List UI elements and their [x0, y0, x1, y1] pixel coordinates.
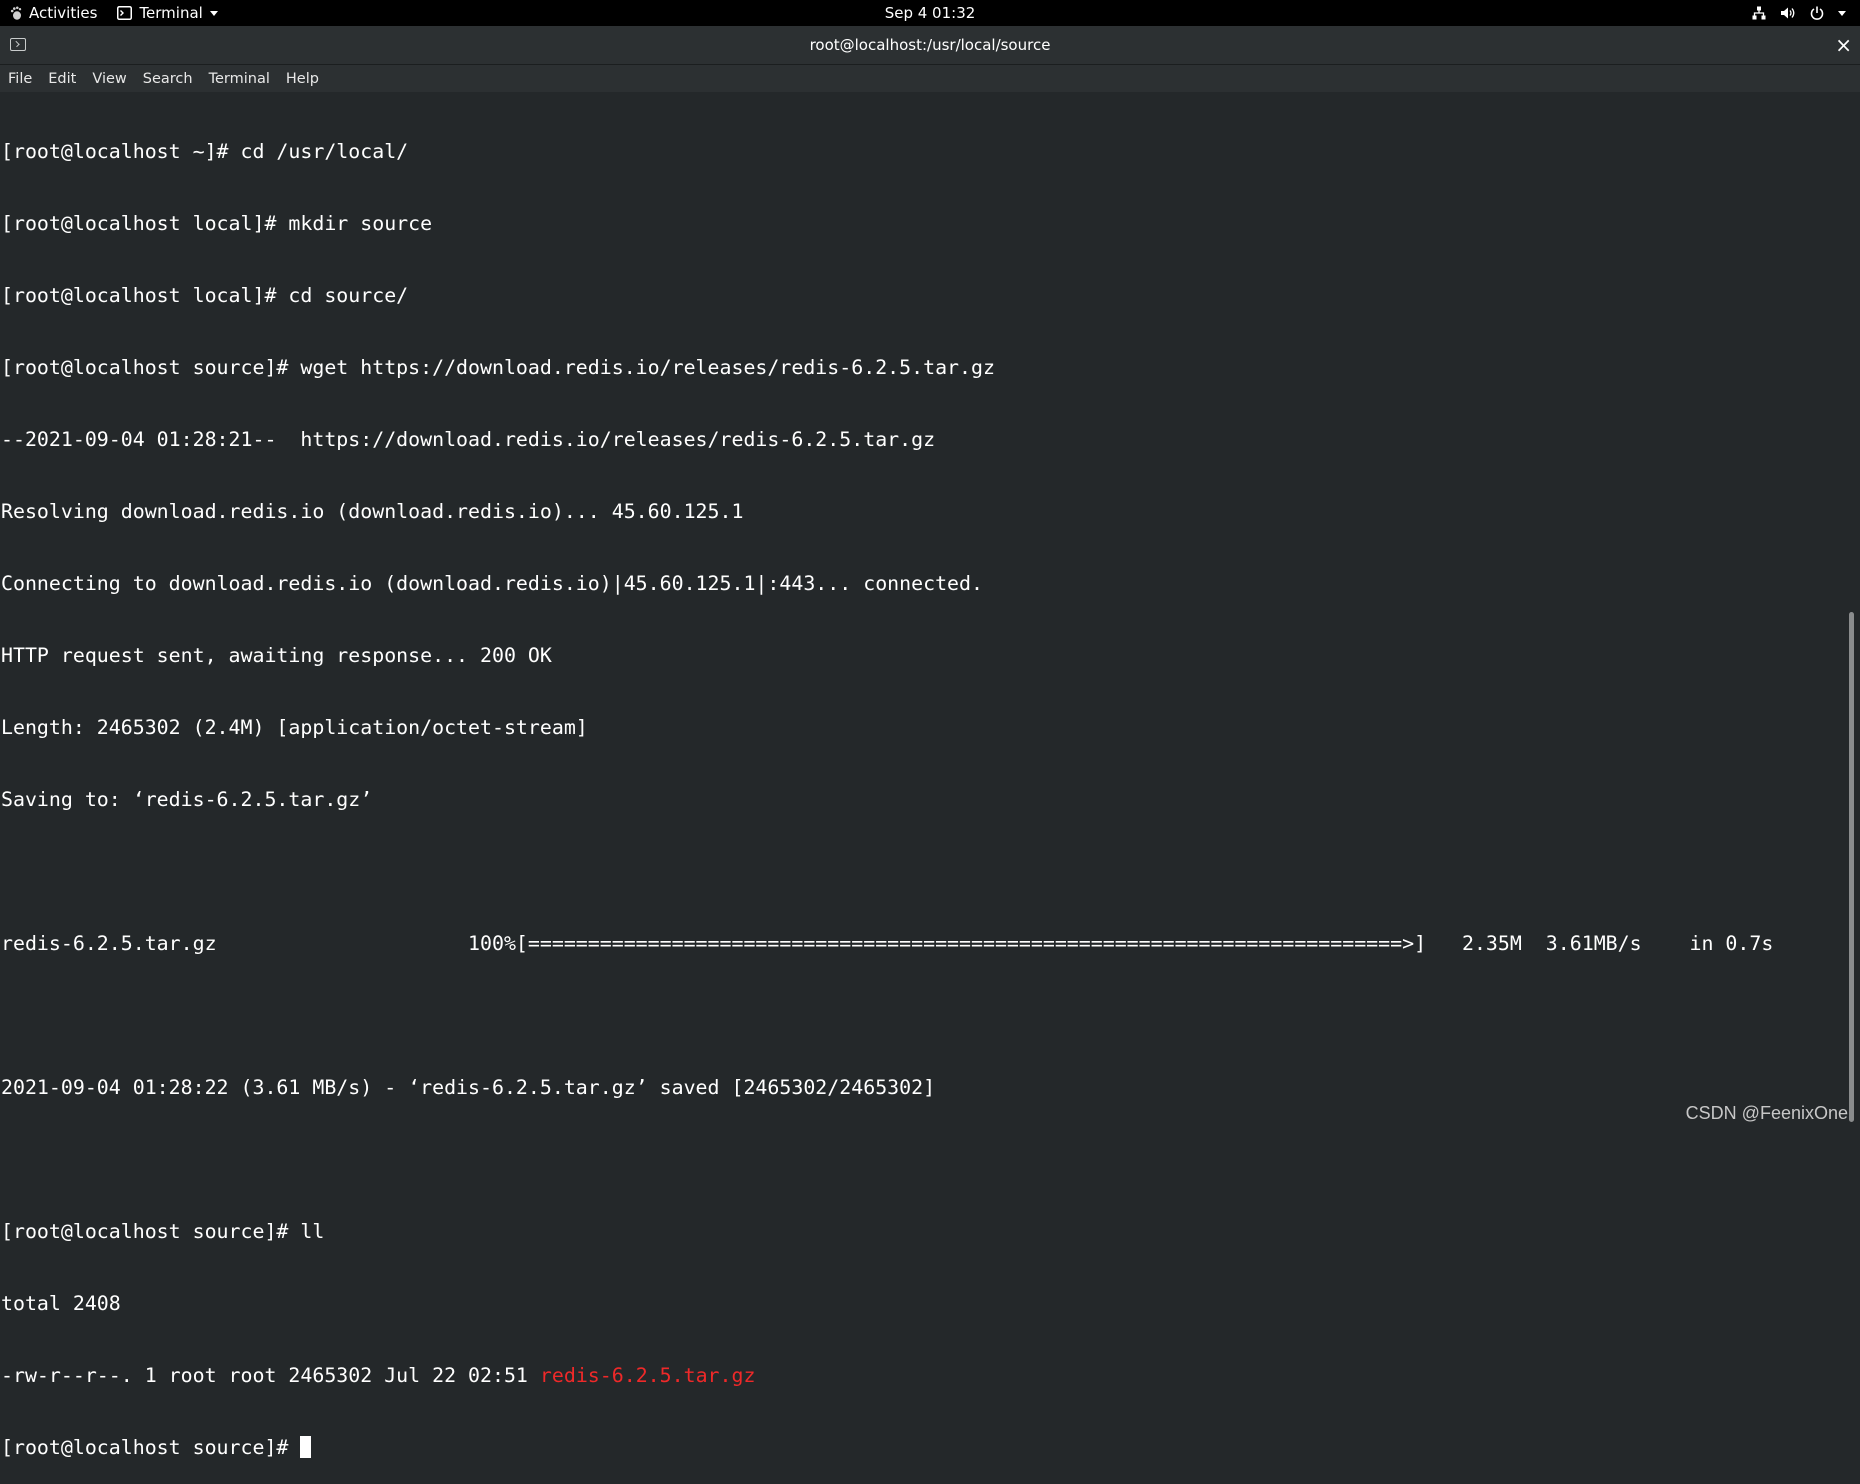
terminal-line: --2021-09-04 01:28:21-- https://download… [1, 428, 1842, 452]
menu-edit[interactable]: Edit [48, 71, 76, 87]
window-title-bar[interactable]: root@localhost:/usr/local/source × [0, 26, 1860, 65]
menu-file[interactable]: File [8, 71, 32, 87]
terminal-line: total 2408 [1, 1292, 1842, 1316]
ls-entry-filename: redis-6.2.5.tar.gz [540, 1364, 756, 1387]
network-icon [1752, 6, 1766, 20]
menu-bar: File Edit View Search Terminal Help [0, 65, 1860, 92]
terminal-line: [root@localhost source]# ll [1, 1220, 1842, 1244]
terminal-line: [root@localhost ~]# cd /usr/local/ [1, 140, 1842, 164]
ls-entry-details: -rw-r--r--. 1 root root 2465302 Jul 22 0… [1, 1364, 540, 1387]
power-icon [1810, 6, 1824, 20]
chevron-down-icon [1838, 11, 1846, 16]
terminal-line: Saving to: ‘redis-6.2.5.tar.gz’ [1, 788, 1842, 812]
shell-prompt: [root@localhost source]# [1, 1436, 300, 1459]
volume-icon [1780, 6, 1796, 20]
watermark: CSDN @FeenixOne [1686, 1103, 1848, 1124]
terminal-output[interactable]: [root@localhost ~]# cd /usr/local/ [root… [0, 92, 1842, 1132]
gnome-top-bar: Activities Terminal Sep 4 01:32 [0, 0, 1860, 26]
terminal-line: [root@localhost local]# mkdir source [1, 212, 1842, 236]
prompt-line[interactable]: [root@localhost source]# [1, 1436, 1842, 1460]
terminal-line: 2021-09-04 01:28:22 (3.61 MB/s) - ‘redis… [1, 1076, 1842, 1100]
menu-help[interactable]: Help [286, 71, 319, 87]
close-button[interactable]: × [1835, 26, 1852, 64]
terminal-line: Resolving download.redis.io (download.re… [1, 500, 1842, 524]
terminal-line [1, 1148, 1842, 1172]
terminal-line: Connecting to download.redis.io (downloa… [1, 572, 1842, 596]
ls-entry-line: -rw-r--r--. 1 root root 2465302 Jul 22 0… [1, 1364, 1842, 1388]
terminal-line: [root@localhost local]# cd source/ [1, 284, 1842, 308]
wget-progress-line: redis-6.2.5.tar.gz 100%[================… [1, 932, 1842, 956]
menu-terminal[interactable]: Terminal [209, 71, 270, 87]
terminal-line: [root@localhost source]# wget https://do… [1, 356, 1842, 380]
terminal-line: Length: 2465302 (2.4M) [application/octe… [1, 716, 1842, 740]
terminal-line [1, 860, 1842, 884]
clock[interactable]: Sep 4 01:32 [885, 4, 976, 22]
close-icon: × [1835, 33, 1852, 57]
terminal-line: HTTP request sent, awaiting response... … [1, 644, 1842, 668]
terminal-scrollbar[interactable] [1842, 92, 1860, 1132]
menu-view[interactable]: View [92, 71, 126, 87]
system-status-area[interactable] [1752, 0, 1846, 26]
terminal-line [1, 1004, 1842, 1028]
menu-search[interactable]: Search [143, 71, 193, 87]
window-title: root@localhost:/usr/local/source [810, 36, 1051, 54]
text-cursor [300, 1436, 311, 1458]
scrollbar-thumb[interactable] [1849, 612, 1854, 1122]
